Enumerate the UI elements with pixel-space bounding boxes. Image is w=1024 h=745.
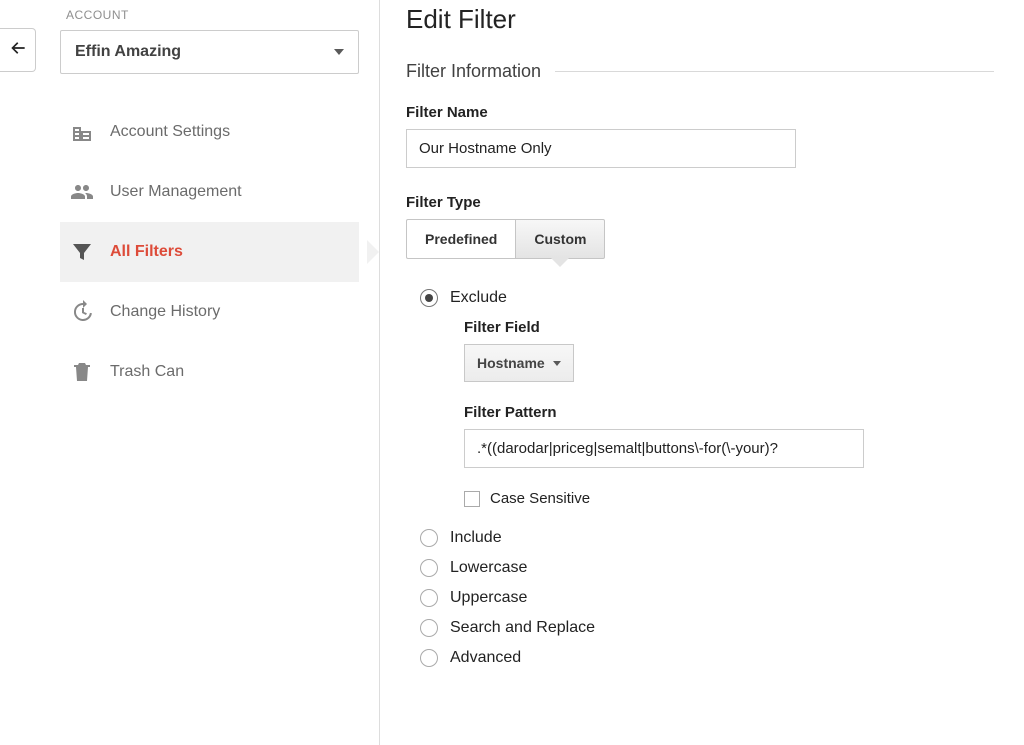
funnel-icon: [70, 240, 94, 264]
sidebar-item-all-filters[interactable]: All Filters: [60, 222, 359, 282]
exclude-details: Filter Field Hostname Filter Pattern Cas…: [464, 319, 994, 507]
radio-label: Uppercase: [450, 589, 527, 607]
main-content: Edit Filter Filter Information Filter Na…: [380, 0, 1024, 745]
radio-label: Search and Replace: [450, 619, 595, 637]
sidebar-item-account-settings[interactable]: Account Settings: [60, 102, 359, 162]
sidebar-item-user-management[interactable]: User Management: [60, 162, 359, 222]
radio-icon: [420, 559, 438, 577]
sidebar-item-change-history[interactable]: Change History: [60, 282, 359, 342]
radio-search-replace[interactable]: Search and Replace: [420, 619, 994, 637]
radio-include[interactable]: Include: [420, 529, 994, 547]
radio-exclude[interactable]: Exclude: [420, 289, 994, 307]
radio-advanced[interactable]: Advanced: [420, 649, 994, 667]
building-icon: [70, 120, 94, 144]
checkbox-icon: [464, 491, 480, 507]
case-sensitive-row[interactable]: Case Sensitive: [464, 490, 994, 507]
radio-label: Advanced: [450, 649, 521, 667]
filter-name-label: Filter Name: [406, 104, 994, 121]
trash-icon: [70, 360, 94, 384]
account-label: ACCOUNT: [66, 8, 359, 22]
filter-type-block: Filter Type Predefined Custom Exclude Fi…: [406, 194, 994, 667]
custom-filter-options: Exclude Filter Field Hostname Filter Pat…: [420, 289, 994, 667]
tab-predefined[interactable]: Predefined: [406, 219, 515, 259]
account-dropdown[interactable]: Effin Amazing: [60, 30, 359, 74]
sidebar-item-label: All Filters: [110, 243, 183, 261]
sidebar: ACCOUNT Effin Amazing Account Settings U…: [40, 0, 380, 745]
filter-name-block: Filter Name: [406, 104, 994, 168]
radio-icon: [420, 289, 438, 307]
history-icon: [70, 300, 94, 324]
sidebar-nav: Account Settings User Management All Fil…: [60, 102, 359, 402]
users-icon: [70, 180, 94, 204]
account-name: Effin Amazing: [75, 43, 181, 61]
filter-pattern-label: Filter Pattern: [464, 404, 994, 421]
filter-pattern-input[interactable]: [464, 429, 864, 468]
radio-icon: [420, 529, 438, 547]
filter-type-tabs: Predefined Custom: [406, 219, 605, 259]
filter-name-input[interactable]: [406, 129, 796, 168]
sidebar-item-label: Trash Can: [110, 363, 184, 381]
radio-icon: [420, 589, 438, 607]
sidebar-item-label: Account Settings: [110, 123, 230, 141]
radio-icon: [420, 649, 438, 667]
page-title: Edit Filter: [406, 4, 994, 35]
filter-field-value: Hostname: [477, 355, 545, 371]
filter-type-label: Filter Type: [406, 194, 994, 211]
radio-lowercase[interactable]: Lowercase: [420, 559, 994, 577]
filter-field-dropdown[interactable]: Hostname: [464, 344, 574, 382]
section-heading: Filter Information: [406, 61, 994, 82]
case-sensitive-label: Case Sensitive: [490, 490, 590, 507]
filter-field-label: Filter Field: [464, 319, 994, 336]
section-heading-text: Filter Information: [406, 61, 541, 82]
caret-down-icon: [334, 49, 344, 55]
caret-down-icon: [553, 361, 561, 366]
radio-uppercase[interactable]: Uppercase: [420, 589, 994, 607]
back-arrow-icon: [8, 38, 28, 63]
radio-label: Lowercase: [450, 559, 527, 577]
divider: [555, 71, 994, 72]
sidebar-item-label: User Management: [110, 183, 242, 201]
sidebar-item-label: Change History: [110, 303, 220, 321]
back-button[interactable]: [0, 28, 36, 72]
tab-custom[interactable]: Custom: [515, 219, 605, 259]
radio-label: Include: [450, 529, 502, 547]
radio-label: Exclude: [450, 289, 507, 307]
radio-icon: [420, 619, 438, 637]
sidebar-item-trash-can[interactable]: Trash Can: [60, 342, 359, 402]
